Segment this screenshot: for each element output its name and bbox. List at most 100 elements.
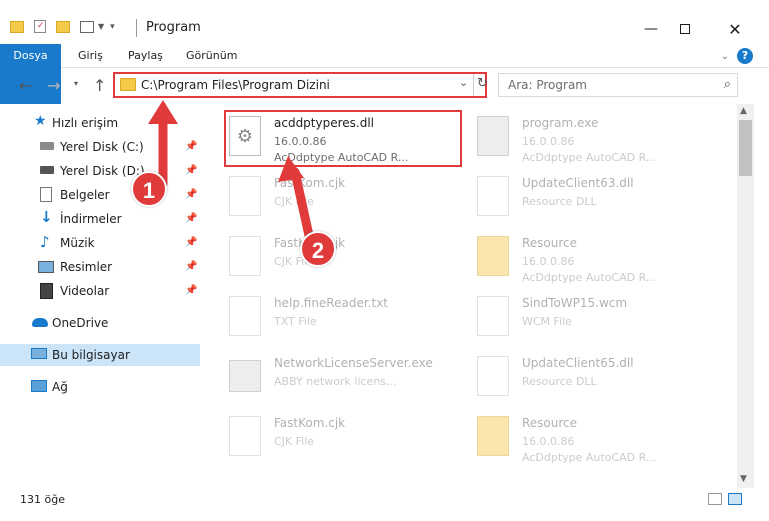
sidebar-item-local-disk-d[interactable]: Yerel Disk (D:) 📌 [0, 160, 200, 182]
file-type: TXT File [274, 315, 317, 328]
file-item[interactable]: FastKom.cjk CJK File [212, 408, 452, 468]
cloud-icon [32, 318, 48, 327]
sidebar-item-pictures[interactable]: Resimler 📌 [0, 256, 200, 278]
file-description: ABBY network licens... [274, 375, 397, 388]
sidebar-item-quick-access[interactable]: ★ Hızlı erişim [0, 112, 200, 134]
up-arrow-icon[interactable]: ↑ [93, 76, 106, 95]
maximize-button[interactable] [662, 16, 708, 42]
pin-icon[interactable]: 📌 [185, 160, 197, 182]
documents-icon [40, 187, 52, 202]
scroll-down-icon[interactable]: ▼ [740, 474, 747, 484]
file-item[interactable]: UpdateClient63.dll Resource DLL [460, 168, 700, 228]
sidebar-item-this-pc[interactable]: Bu bilgisayar [0, 344, 200, 366]
minimize-icon: — [644, 21, 658, 37]
recent-locations-icon[interactable]: ▾ [74, 79, 78, 88]
sidebar-item-network[interactable]: Ağ [0, 376, 200, 398]
drive-icon [40, 142, 54, 150]
properties-icon[interactable]: ✓ [34, 20, 46, 33]
sidebar-item-videos[interactable]: Videolar 📌 [0, 280, 200, 302]
computer-icon [31, 348, 47, 359]
maximize-icon [680, 24, 690, 34]
dll-icon [477, 176, 509, 216]
step-badge-1: 1 [131, 171, 167, 207]
star-icon: ★ [34, 113, 47, 129]
navigation-pane: ★ Hızlı erişim Yerel Disk (C:) 📌 Yerel D… [0, 108, 204, 486]
close-button[interactable]: ✕ [712, 16, 758, 42]
chevron-down-icon[interactable]: ⌄ [459, 76, 468, 89]
pin-icon[interactable]: 📌 [185, 256, 197, 278]
file-item[interactable]: SindToWP15.wcm WCM File [460, 288, 700, 348]
chevron-down-icon[interactable]: ▼ [98, 22, 104, 31]
folder-icon[interactable] [10, 20, 24, 33]
pin-icon[interactable]: 📌 [185, 232, 197, 254]
file-name: program.exe [522, 116, 599, 130]
sidebar-item-onedrive[interactable]: OneDrive [0, 312, 200, 334]
selected-file-highlight [224, 110, 462, 167]
file-item[interactable]: NetworkLicenseServer.exe ABBY network li… [212, 348, 452, 408]
tab-home[interactable]: Giriş [74, 44, 107, 68]
sidebar-item-label: OneDrive [52, 316, 109, 330]
sidebar-item-label: Yerel Disk (D:) [60, 164, 145, 178]
sidebar-item-music[interactable]: ♪ Müzik 📌 [0, 232, 200, 254]
file-type: CJK File [274, 435, 315, 448]
sidebar-item-label: Hızlı erişim [52, 116, 119, 130]
file-item[interactable]: UpdateClient65.dll Resource DLL [460, 348, 700, 408]
drive-icon [40, 166, 54, 174]
forward-arrow-icon[interactable]: → [47, 76, 60, 95]
vertical-scrollbar[interactable]: ▲ ▼ [737, 104, 754, 488]
address-separator [473, 74, 474, 96]
refresh-icon[interactable]: ↻ [477, 76, 488, 91]
dll-icon [477, 356, 509, 396]
downloads-icon: ↓ [40, 208, 53, 226]
search-input[interactable]: Ara: Program [508, 78, 587, 92]
file-item[interactable]: FastKom.cjk CJK File [212, 168, 452, 228]
sidebar-item-local-disk-c[interactable]: Yerel Disk (C:) 📌 [0, 136, 200, 158]
pin-icon[interactable]: 📌 [185, 184, 197, 206]
file-name: Resource [522, 416, 578, 430]
address-bar[interactable]: C:\Program Files\Program Dizini ⌄ ↻ [113, 72, 488, 98]
sidebar-item-label: Bu bilgisayar [52, 348, 130, 362]
scroll-up-icon[interactable]: ▲ [740, 106, 747, 116]
view-options-icon[interactable] [80, 20, 94, 33]
new-folder-icon[interactable] [56, 20, 70, 33]
exe-icon [477, 116, 509, 156]
file-icon [229, 176, 261, 216]
details-view-icon[interactable] [708, 493, 722, 505]
help-icon[interactable]: ? [737, 48, 753, 64]
sidebar-item-label: Belgeler [60, 188, 110, 202]
sidebar-item-label: Müzik [60, 236, 95, 250]
search-icon[interactable]: ⌕ [724, 77, 731, 92]
folder-icon [477, 236, 509, 276]
sidebar-item-downloads[interactable]: ↓ İndirmeler 📌 [0, 208, 200, 230]
search-box[interactable]: Ara: Program ⌕ [498, 73, 738, 97]
large-icons-view-icon[interactable] [728, 493, 742, 505]
scroll-thumb[interactable] [739, 120, 752, 176]
exe-icon [229, 360, 261, 392]
window-title: Program [146, 20, 201, 35]
folder-icon [120, 78, 136, 91]
tab-view[interactable]: Görünüm [182, 44, 241, 68]
file-item[interactable]: program.exe 16.0.0.86 AcDdptype AutoCAD … [460, 108, 700, 168]
sidebar-item-documents[interactable]: Belgeler 📌 [0, 184, 200, 206]
pin-icon[interactable]: 📌 [185, 136, 197, 158]
network-icon [31, 380, 47, 392]
file-item[interactable]: Resource 16.0.0.86 AcDdptype AutoCAD R..… [460, 228, 700, 288]
back-arrow-icon[interactable]: ← [19, 76, 32, 95]
sidebar-item-label: Yerel Disk (C:) [60, 140, 144, 154]
sidebar-item-label: Resimler [60, 260, 113, 274]
tab-share[interactable]: Paylaş [124, 44, 167, 68]
file-item[interactable]: Resource 16.0.0.86 AcDdptype AutoCAD R..… [460, 408, 700, 468]
customize-quick-access-icon[interactable]: ▾ [110, 22, 115, 32]
file-type: Resource DLL [522, 375, 597, 388]
file-item[interactable]: help.fineReader.txt TXT File [212, 288, 452, 348]
item-count: 131 öğe [20, 493, 65, 506]
pin-icon[interactable]: 📌 [185, 208, 197, 230]
sidebar-item-label: Ağ [52, 380, 68, 394]
expand-ribbon-icon[interactable]: ⌄ [721, 51, 729, 62]
pin-icon[interactable]: 📌 [185, 280, 197, 302]
step-badge-2: 2 [300, 231, 336, 267]
file-name: UpdateClient65.dll [522, 356, 634, 370]
file-name: SindToWP15.wcm [522, 296, 628, 310]
file-name: Resource [522, 236, 578, 250]
address-path[interactable]: C:\Program Files\Program Dizini [141, 78, 330, 92]
